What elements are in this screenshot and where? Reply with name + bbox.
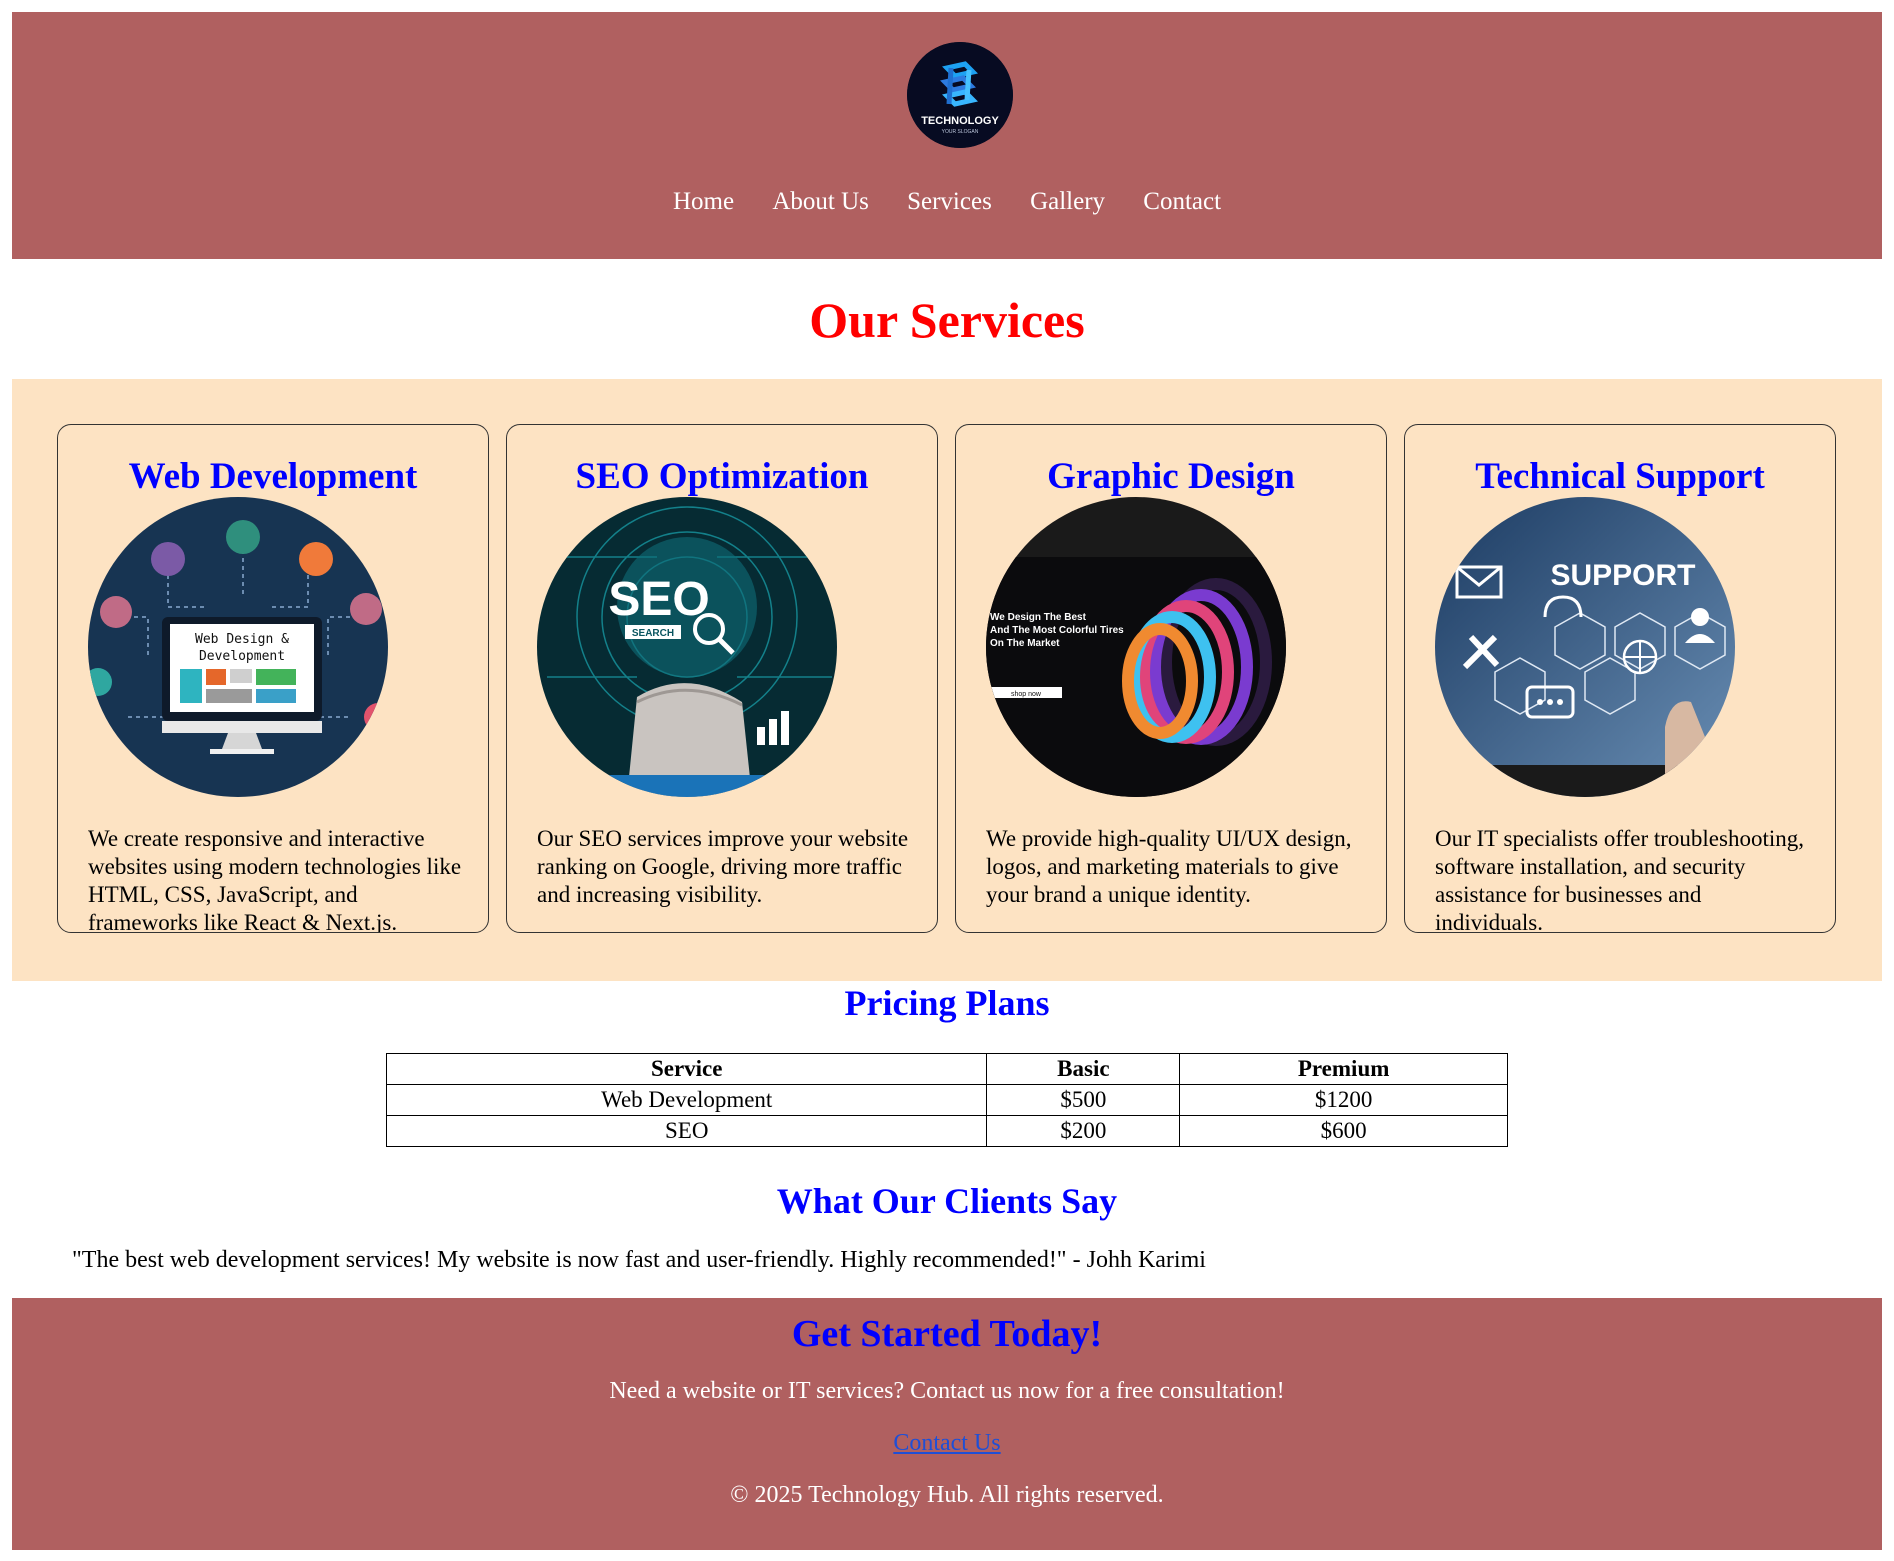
testimonial-quote: "The best web development services! My w… (72, 1247, 1206, 1273)
illustration-text: SUPPORT (1550, 559, 1695, 592)
service-title: SEO Optimization (575, 456, 869, 497)
logo-slogan: YOUR SLOGAN (942, 129, 979, 135)
pricing-title: Pricing Plans (844, 983, 1050, 1023)
web-design-illustration: Web Design & Development (88, 497, 388, 797)
header-basic: Basic (986, 1053, 1181, 1085)
service-title: Web Development (128, 456, 418, 497)
illustration-text: Web Design & (195, 632, 289, 647)
seo-illustration: SEO SEARCH (537, 497, 837, 797)
copyright-text: © 2025 Technology Hub. All rights reserv… (730, 1482, 1164, 1508)
cell-basic: $500 (986, 1084, 1181, 1116)
nav-gallery[interactable]: Gallery (1030, 188, 1105, 216)
nav-contact[interactable]: Contact (1143, 188, 1221, 216)
nav-about-us[interactable]: About Us (772, 188, 869, 216)
technology-logo-icon[interactable]: TECHNOLOGY YOUR SLOGAN (907, 42, 1013, 148)
illustration-text: shop now (1011, 691, 1042, 698)
service-card-web-development: Web Development Web Design & Development… (57, 424, 489, 933)
testimonials-title: What Our Clients Say (776, 1181, 1118, 1221)
cell-premium: $600 (1179, 1115, 1508, 1147)
illustration-text: SEARCH (632, 628, 674, 639)
cell-basic: $200 (986, 1115, 1181, 1147)
service-card-technical-support: Technical Support SUPPORT Our IT special… (1404, 424, 1836, 933)
service-description: We create responsive and interactive web… (88, 826, 462, 933)
service-card-seo-optimization: SEO Optimization SEO SEARCH Our SEO serv… (506, 424, 938, 933)
illustration-text: We Design The Best (990, 612, 1087, 623)
logo-text: TECHNOLOGY (921, 115, 999, 127)
table-row: Web Development $500 $1200 (385, 1084, 1508, 1116)
services-section: Web Development Web Design & Development… (12, 379, 1882, 981)
illustration-text: On The Market (990, 638, 1060, 649)
support-illustration: SUPPORT (1435, 497, 1735, 797)
service-description: Our SEO services improve your website ra… (537, 826, 909, 907)
cell-premium: $1200 (1179, 1084, 1508, 1116)
footer-title: Get Started Today! (791, 1313, 1103, 1355)
pricing-table: Service Basic Premium Web Development $5… (385, 1053, 1508, 1147)
graphic-design-illustration: We Design The Best And The Most Colorful… (986, 497, 1286, 797)
service-card-graphic-design: Graphic Design We Design The Best And Th… (955, 424, 1387, 933)
cell-service: Web Development (385, 1084, 988, 1116)
contact-us-link[interactable]: Contact Us (893, 1430, 1000, 1456)
service-description: We provide high-quality UI/UX design, lo… (986, 826, 1352, 907)
service-title: Graphic Design (1047, 456, 1295, 497)
site-header: TECHNOLOGY YOUR SLOGAN Home About Us Ser… (12, 12, 1882, 259)
table-row: SEO $200 $600 (385, 1115, 1508, 1147)
service-description: Our IT specialists offer troubleshooting… (1435, 826, 1804, 933)
site-footer: Get Started Today! Need a website or IT … (12, 1298, 1882, 1550)
main-nav: Home About Us Services Gallery Contact (12, 188, 1882, 216)
illustration-text: And The Most Colorful Tires (990, 625, 1124, 636)
contact-link-wrapper: Contact Us (12, 1428, 1882, 1458)
header-premium: Premium (1179, 1053, 1508, 1085)
illustration-text: Development (199, 649, 285, 664)
page-title: Our Services (809, 292, 1085, 348)
cell-service: SEO (385, 1115, 988, 1147)
nav-services[interactable]: Services (907, 188, 992, 216)
nav-home[interactable]: Home (673, 188, 734, 216)
header-service: Service (385, 1053, 988, 1085)
table-header-row: Service Basic Premium (385, 1053, 1508, 1085)
service-title: Technical Support (1475, 456, 1765, 497)
illustration-text: SEO (608, 573, 709, 626)
footer-cta-text: Need a website or IT services? Contact u… (609, 1378, 1285, 1404)
